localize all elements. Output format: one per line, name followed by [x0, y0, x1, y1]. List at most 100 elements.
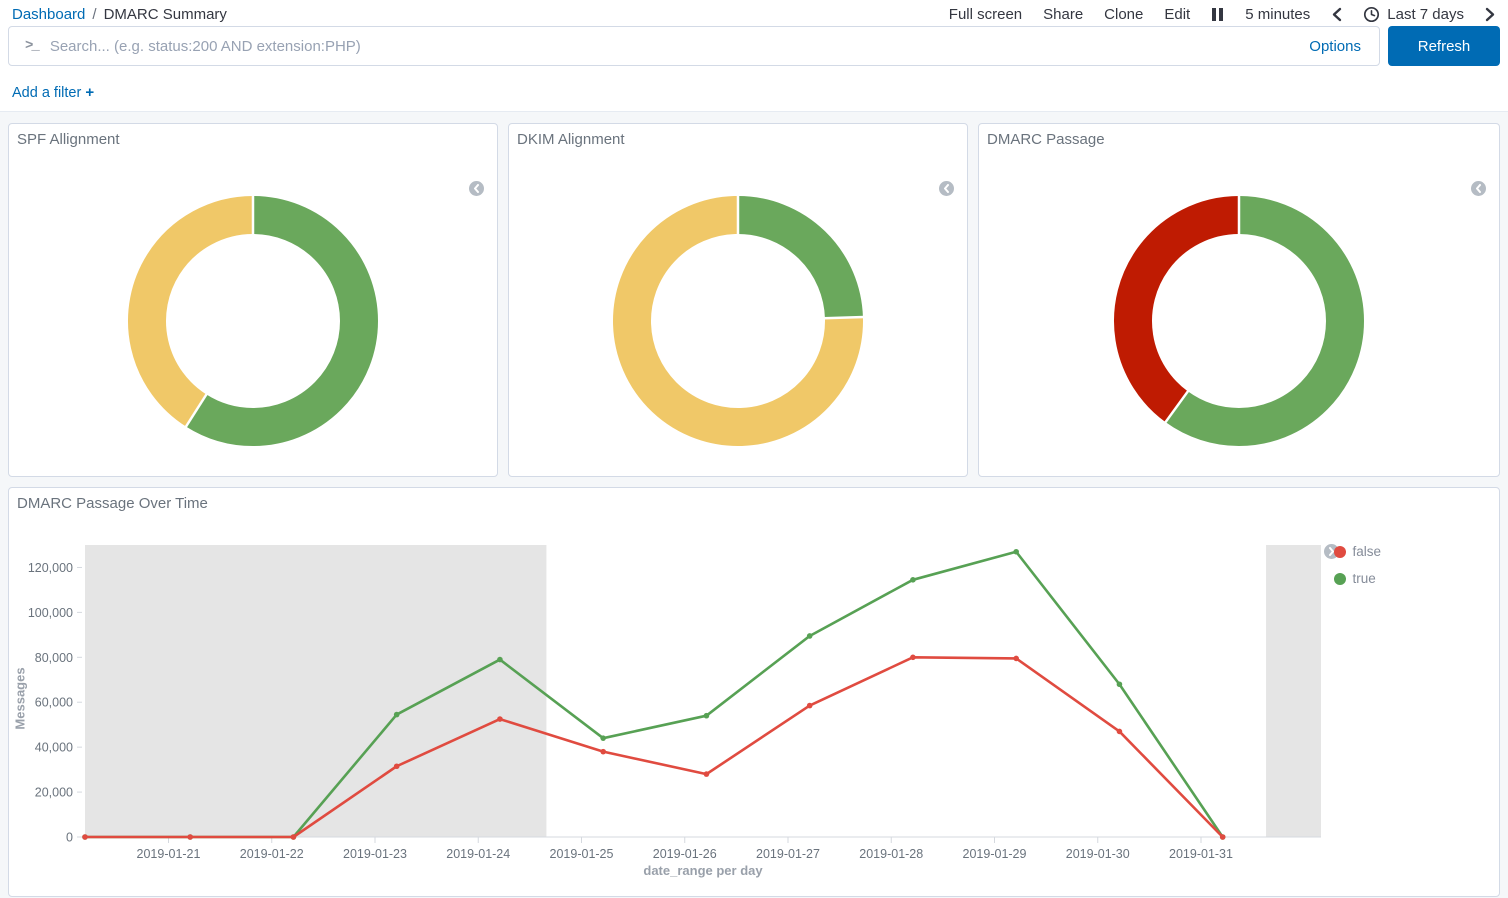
x-axis-tick-label: 2019-01-29 [963, 847, 1027, 861]
top-nav-menu: Full screen Share Clone Edit 5 minutes L… [949, 6, 1496, 23]
data-point-false[interactable] [600, 749, 606, 755]
data-point-false[interactable] [497, 716, 503, 722]
legend-dot-false [1334, 546, 1346, 558]
full-screen-button[interactable]: Full screen [949, 6, 1022, 23]
share-button[interactable]: Share [1043, 6, 1083, 23]
add-filter-label: Add a filter [12, 85, 81, 101]
y-axis-tick-label: 60,000 [35, 696, 73, 710]
y-axis-tick-label: 20,000 [35, 786, 73, 800]
panel-title: DMARC Passage [979, 124, 1499, 148]
data-point-true[interactable] [704, 713, 710, 719]
y-axis-tick-label: 0 [66, 831, 73, 845]
dmarc-passage-donut-chart[interactable] [1109, 191, 1369, 451]
x-axis-tick-label: 2019-01-22 [240, 847, 304, 861]
top-bar: Dashboard / DMARC Summary Full screen Sh… [0, 0, 1508, 26]
data-point-false[interactable] [704, 771, 710, 777]
chevron-left-icon [1474, 184, 1483, 193]
edit-button[interactable]: Edit [1164, 6, 1190, 23]
time-back-button[interactable] [1331, 7, 1342, 22]
chevron-left-icon [1331, 7, 1342, 22]
data-point-false[interactable] [82, 834, 88, 840]
data-point-false[interactable] [910, 655, 916, 661]
legend-item-true[interactable]: true [1334, 571, 1381, 586]
chevron-left-icon [472, 184, 481, 193]
pause-autorefresh-button[interactable] [1211, 7, 1224, 22]
data-point-true[interactable] [910, 577, 916, 583]
x-axis-tick-label: 2019-01-31 [1169, 847, 1233, 861]
data-point-true[interactable] [394, 712, 400, 718]
panel-dmarc-passage: DMARC Passage [978, 123, 1500, 477]
search-input[interactable] [50, 38, 1297, 55]
y-axis-tick-label: 120,000 [28, 561, 73, 575]
x-axis-tick-label: 2019-01-26 [653, 847, 717, 861]
data-point-true[interactable] [1117, 681, 1123, 687]
chart-legend: false true [1334, 544, 1381, 598]
y-axis-tick-label: 100,000 [28, 606, 73, 620]
dashboard-grid: SPF Allignment DKIM Alignment DMARC Pass… [0, 112, 1508, 898]
legend-toggle-button[interactable] [939, 181, 954, 196]
data-point-false[interactable] [1220, 834, 1226, 840]
x-axis-tick-label: 2019-01-30 [1066, 847, 1130, 861]
legend-label: false [1352, 544, 1381, 559]
legend-item-false[interactable]: false [1334, 544, 1381, 559]
data-point-false[interactable] [394, 763, 400, 769]
x-axis-tick-label: 2019-01-24 [446, 847, 510, 861]
slice-separator [824, 317, 864, 318]
x-axis-tick-label: 2019-01-21 [137, 847, 201, 861]
data-point-true[interactable] [497, 657, 503, 663]
x-axis-tick-label: 2019-01-27 [756, 847, 820, 861]
data-point-false[interactable] [187, 834, 193, 840]
legend-dot-true [1334, 573, 1346, 585]
data-point-false[interactable] [807, 703, 813, 709]
data-point-true[interactable] [807, 633, 813, 639]
breadcrumb: Dashboard / DMARC Summary [12, 6, 227, 23]
breadcrumb-separator: / [92, 6, 96, 23]
legend-toggle-button[interactable] [469, 181, 484, 196]
search-box: >_ Options [8, 26, 1380, 66]
dkim-alignment-donut-chart[interactable] [608, 191, 868, 451]
panel-title: DKIM Alignment [509, 124, 967, 148]
endzone-shaded-region [85, 545, 546, 837]
clone-button[interactable]: Clone [1104, 6, 1143, 23]
refresh-button[interactable]: Refresh [1388, 26, 1500, 66]
query-prompt-icon: >_ [25, 38, 38, 54]
chevron-right-icon [1485, 7, 1496, 22]
pause-icon [1211, 7, 1224, 22]
panel-spf-alignment: SPF Allignment [8, 123, 498, 477]
line-chart: 2019-01-21 2019-01-22 2019-01-23 2019-01-24… [9, 488, 1499, 893]
data-point-false[interactable] [1117, 729, 1123, 735]
y-axis-title: Messages [13, 644, 28, 754]
x-axis-tick-label: 2019-01-28 [859, 847, 923, 861]
x-axis-tick-label: 2019-01-25 [550, 847, 614, 861]
refresh-interval-button[interactable]: 5 minutes [1245, 6, 1310, 23]
spf-alignment-donut-chart[interactable] [123, 191, 383, 451]
clock-icon [1363, 6, 1380, 23]
panel-dmarc-passage-over-time: DMARC Passage Over Time 2019-01-212019-0… [8, 487, 1500, 897]
x-axis-title: date_range per day [85, 863, 1321, 878]
y-axis-tick-label: 80,000 [35, 651, 73, 665]
dmarc-dashboard-page: Dashboard / DMARC Summary Full screen Sh… [0, 0, 1508, 898]
legend-label: true [1352, 571, 1375, 586]
data-point-false[interactable] [291, 834, 297, 840]
breadcrumb-dashboard-link[interactable]: Dashboard [12, 6, 85, 23]
data-point-false[interactable] [1013, 656, 1019, 662]
data-point-true[interactable] [1013, 549, 1019, 555]
filter-bar: Add a filter + [0, 76, 1508, 112]
endzone-shaded-region [1266, 545, 1321, 837]
panel-title: SPF Allignment [9, 124, 497, 148]
y-axis-tick-label: 40,000 [35, 741, 73, 755]
chevron-left-icon [942, 184, 951, 193]
time-forward-button[interactable] [1485, 7, 1496, 22]
add-filter-link[interactable]: Add a filter + [12, 85, 94, 101]
x-axis-tick-label: 2019-01-23 [343, 847, 407, 861]
plus-icon: + [85, 84, 94, 101]
options-link[interactable]: Options [1309, 38, 1363, 55]
data-point-true[interactable] [600, 735, 606, 741]
page-title: DMARC Summary [104, 6, 227, 23]
time-range-picker[interactable]: Last 7 days [1363, 6, 1464, 23]
panel-dkim-alignment: DKIM Alignment [508, 123, 968, 477]
time-range-label: Last 7 days [1387, 6, 1464, 23]
search-row: >_ Options Refresh [8, 26, 1500, 66]
line-chart-plot[interactable]: 2019-01-21 2019-01-22 2019-01-23 2019-01-24… [9, 488, 1499, 888]
legend-toggle-button[interactable] [1471, 181, 1486, 196]
